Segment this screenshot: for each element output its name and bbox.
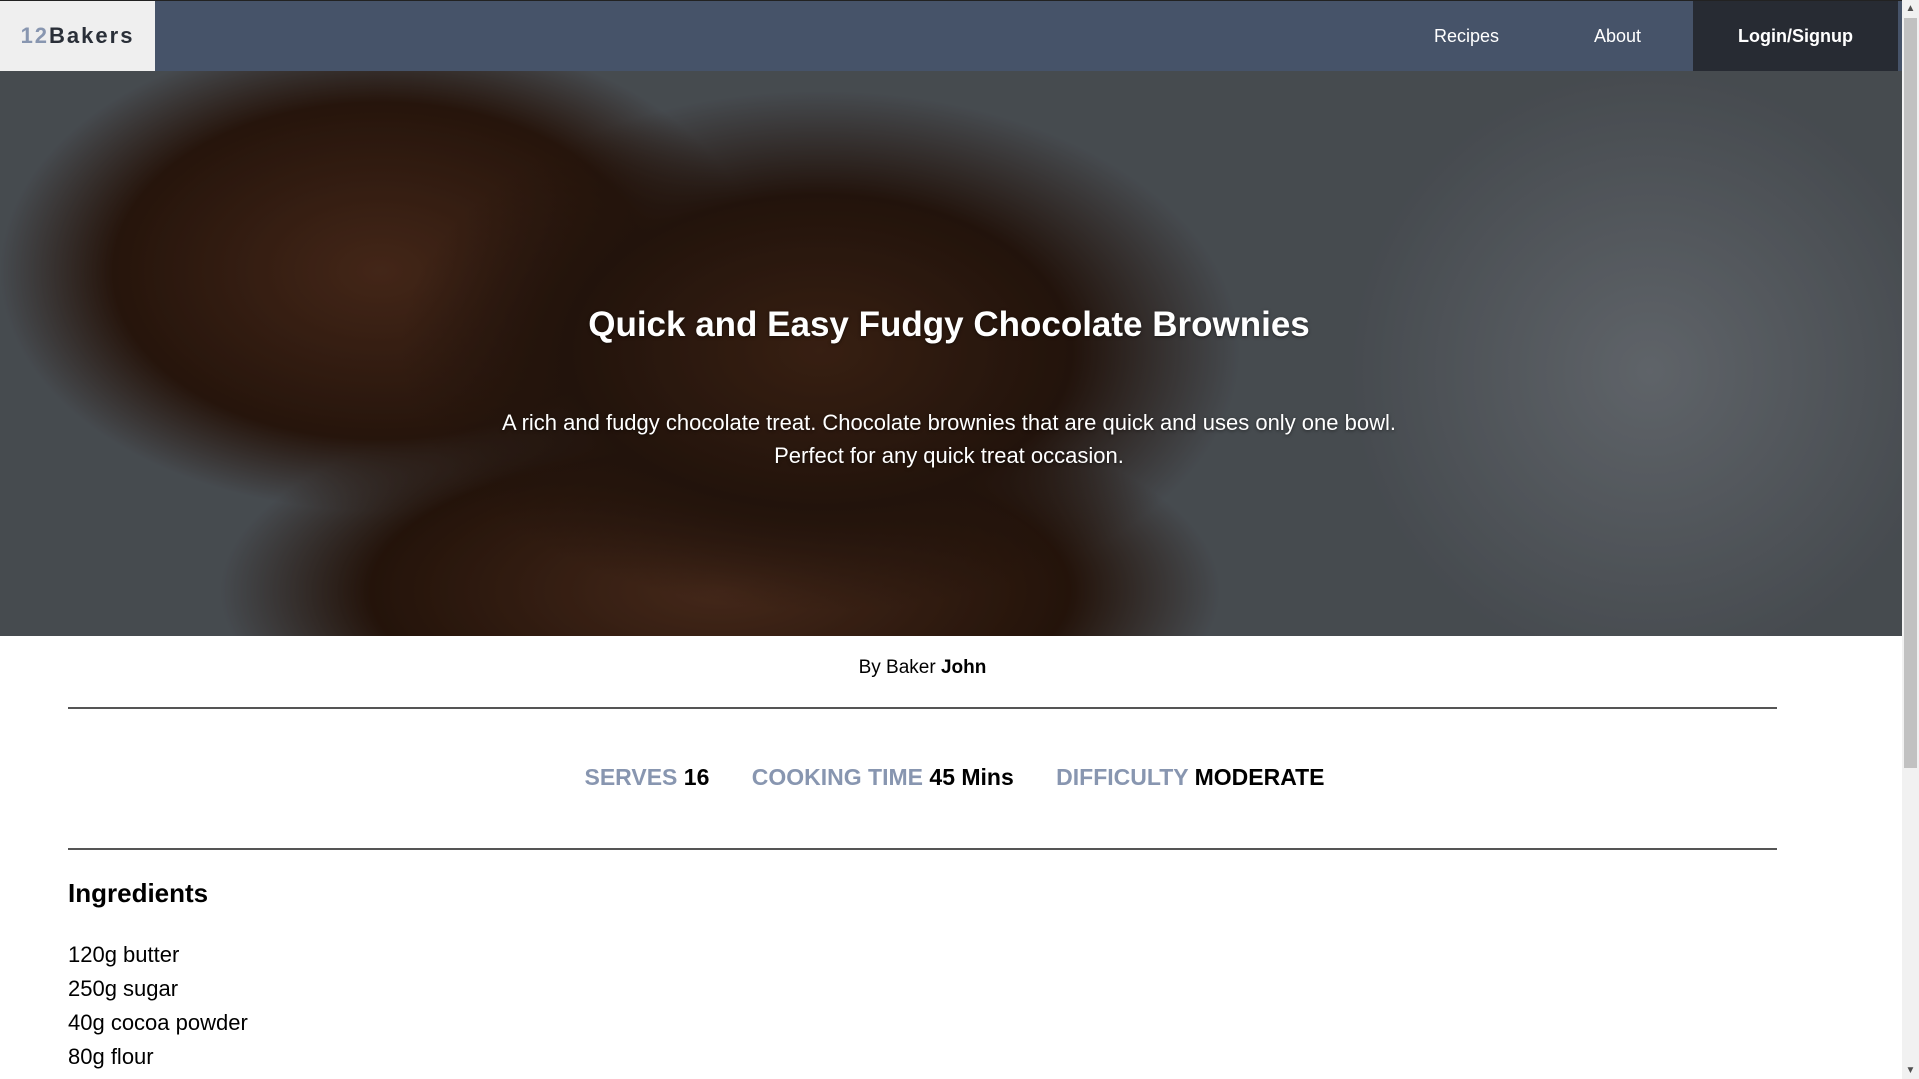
recipe-title: Quick and Easy Fudgy Chocolate Brownies: [588, 305, 1310, 344]
stat-cooking-time: COOKING TIME 45 Mins: [751, 764, 1014, 790]
nav-recipes-link[interactable]: Recipes: [1434, 1, 1499, 71]
scroll-up-arrow-icon[interactable]: ▲: [1902, 0, 1919, 17]
byline: By Baker John: [858, 657, 987, 678]
top-nav: 12 Bakers Recipes About Login/Signup: [0, 0, 1902, 71]
divider: [68, 848, 1777, 850]
ingredients-list: 120g butter 250g sugar 40g cocoa powder …: [68, 938, 248, 1074]
stat-difficulty: DIFFICULTY MODERATE: [1056, 764, 1325, 790]
ingredient-item: 40g cocoa powder: [68, 1010, 248, 1035]
page-scrollbar[interactable]: ▲ ▼: [1902, 0, 1919, 1079]
stat-serves: SERVES 16: [584, 764, 710, 790]
author-name: John: [940, 657, 987, 678]
recipe-description: A rich and fudgy chocolate treat. Chocol…: [502, 410, 1396, 468]
ingredient-item: 80g flour: [68, 1044, 154, 1069]
logo[interactable]: 12 Bakers: [0, 1, 155, 71]
scroll-down-arrow-icon[interactable]: ▼: [1902, 1062, 1919, 1079]
scrollbar-thumb[interactable]: [1904, 18, 1917, 768]
hero-banner-image: Quick and Easy Fudgy Chocolate Brownies …: [0, 71, 1902, 636]
ingredient-item: 120g butter: [68, 942, 180, 967]
divider: [68, 707, 1777, 709]
login-signup-button[interactable]: Login/Signup: [1693, 1, 1898, 71]
ingredients-heading: Ingredients: [68, 878, 209, 908]
ingredient-item: 250g sugar: [68, 976, 179, 1001]
nav-about-link[interactable]: About: [1594, 1, 1641, 71]
recipe-stats: SERVES 16 COOKING TIME 45 Mins DIFFICULT…: [0, 764, 1909, 791]
